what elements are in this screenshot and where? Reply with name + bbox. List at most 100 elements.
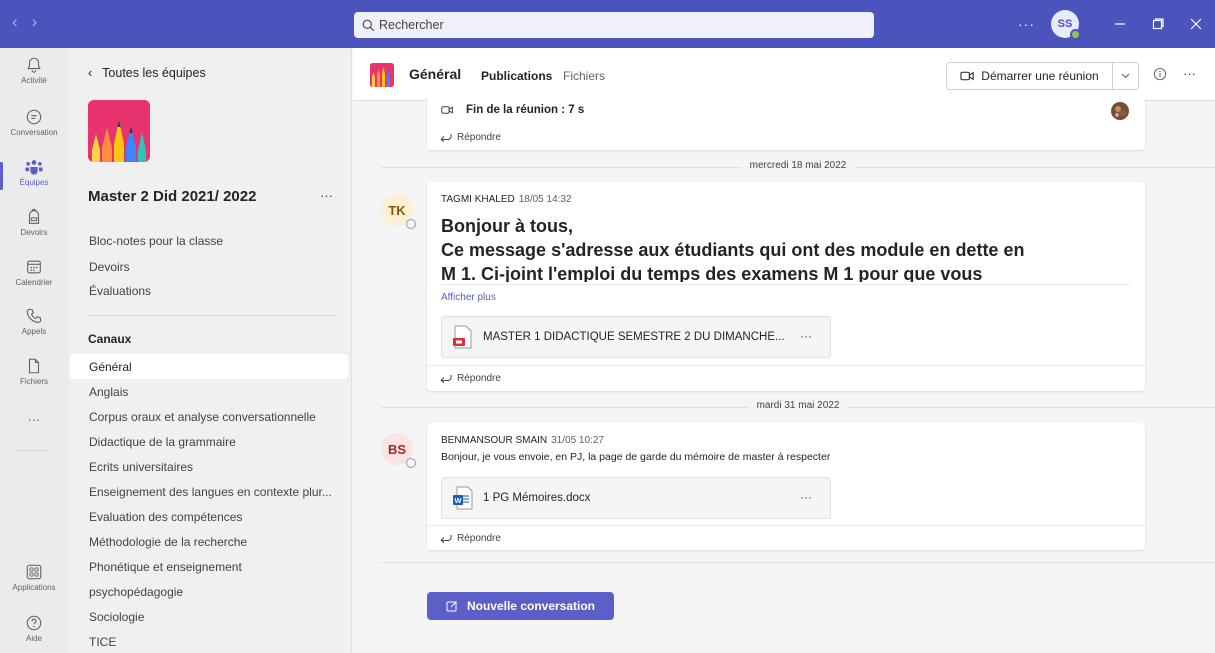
rail-label: Fichiers (19, 377, 48, 386)
meeting-options-dropdown[interactable] (1112, 62, 1139, 90)
rail-item-help[interactable]: Aide (0, 614, 68, 643)
colored-pencils-icon (88, 100, 150, 162)
bell-icon (27, 57, 41, 73)
message-line: Bonjour à tous, (441, 216, 573, 236)
chat-icon (26, 109, 42, 125)
date-label: mercredi 18 mai 2022 (741, 160, 855, 171)
info-icon[interactable] (1153, 67, 1167, 81)
reply-arrow-icon (440, 133, 452, 142)
close-button[interactable] (1177, 0, 1215, 48)
title-bar: ‹ › Rechercher ··· SS (0, 0, 1215, 48)
channel-team-icon (370, 63, 394, 87)
channel-item[interactable]: Anglais (70, 379, 348, 404)
rail-label: Applications (12, 583, 56, 592)
fade-divider (441, 284, 1131, 285)
reply-button[interactable]: Répondre (427, 525, 1145, 551)
grades-link[interactable]: Évaluations (89, 284, 151, 298)
rail-label: Aide (25, 634, 42, 643)
all-teams-link[interactable]: ‹ Toutes les équipes (88, 66, 206, 80)
start-meeting-button[interactable]: Démarrer une réunion (946, 62, 1113, 90)
backpack-icon (28, 208, 40, 224)
channel-item[interactable]: Ecrits universitaires (70, 454, 348, 479)
author-name[interactable]: TAGMI KHALED (441, 194, 515, 205)
author-avatar[interactable]: BS (381, 433, 416, 468)
phone-icon (26, 308, 42, 323)
new-conversation-button[interactable]: Nouvelle conversation (427, 592, 614, 620)
feed-divider (381, 562, 1215, 563)
channel-item[interactable]: Sociologie (70, 604, 348, 629)
forward-arrow-icon[interactable]: › (32, 12, 38, 32)
rail-item-calendar[interactable]: Calendrier (0, 258, 68, 287)
channel-item[interactable]: Phonétique et enseignement (70, 554, 348, 579)
rail-item-teams[interactable]: Équipes (0, 158, 68, 190)
channel-item[interactable]: Evaluation des compétences (70, 504, 348, 529)
rail-item-activity[interactable]: Activité (0, 56, 68, 85)
channel-item[interactable]: Didactique de la grammaire (70, 429, 348, 454)
close-icon (1190, 18, 1202, 30)
teams-icon (25, 160, 43, 175)
channel-item[interactable]: Enseignement des langues en contexte plu… (70, 479, 348, 504)
show-more-link[interactable]: Afficher plus (441, 292, 496, 303)
tab-files[interactable]: Fichiers (563, 69, 605, 83)
message-header: TAGMI KHALED 18/05 14:32 (441, 194, 572, 205)
class-notebook-link[interactable]: Bloc-notes pour la classe (89, 234, 223, 248)
rail-more-apps[interactable]: ··· (0, 412, 68, 427)
more-icon: ··· (27, 412, 41, 427)
channel-item[interactable]: TICE (70, 629, 348, 653)
channels-heading: Canaux (88, 332, 132, 346)
author-avatar[interactable]: TK (381, 194, 416, 229)
reply-button[interactable]: Répondre (427, 124, 1145, 150)
video-camera-icon (960, 71, 974, 81)
message-line: M 1. Ci-joint l'emploi du temps des exam… (441, 264, 983, 282)
attachment-more-button[interactable]: ··· (800, 329, 812, 343)
rail-label: Activité (21, 76, 47, 85)
reply-arrow-icon (440, 535, 452, 543)
message-header: BENMANSOUR SMAIN 31/05 10:27 (441, 435, 604, 446)
video-camera-icon (441, 106, 453, 114)
minimize-button[interactable] (1101, 0, 1139, 48)
maximize-button[interactable] (1139, 0, 1177, 48)
back-arrow-icon[interactable]: ‹ (12, 12, 18, 32)
attachment-name: MASTER 1 DIDACTIQUE SEMESTRE 2 DU DIMANC… (483, 331, 785, 343)
rail-item-assignments[interactable]: Devoirs (0, 208, 68, 237)
tab-publications[interactable]: Publications (481, 69, 552, 83)
user-avatar[interactable]: SS (1051, 10, 1081, 40)
svg-text:W: W (454, 496, 462, 505)
channel-item[interactable]: psychopédagogie (70, 579, 348, 604)
rail-item-calls[interactable]: Appels (0, 307, 68, 336)
presence-available-icon (1070, 29, 1081, 40)
rail-item-chat[interactable]: Conversation (0, 108, 68, 137)
date-separator: mercredi 18 mai 2022 (381, 160, 1215, 174)
team-panel: ‹ Toutes les équipes Master 2 Did 2021/ … (68, 48, 352, 653)
new-conversation-label: Nouvelle conversation (466, 599, 596, 613)
assignments-link[interactable]: Devoirs (89, 260, 130, 274)
help-icon (26, 615, 42, 631)
history-navigation: ‹ › (12, 12, 37, 32)
search-input[interactable]: Rechercher (354, 12, 874, 38)
rail-label: Appels (21, 327, 47, 336)
search-icon (362, 19, 375, 31)
attachment-card[interactable]: W 1 PG Mémoires.docx ··· (441, 477, 831, 519)
channel-item-general[interactable]: Général (70, 354, 348, 379)
chevron-left-icon: ‹ (88, 66, 93, 80)
attachment-card[interactable]: MASTER 1 DIDACTIQUE SEMESTRE 2 DU DIMANC… (441, 316, 831, 358)
attachment-more-button[interactable]: ··· (800, 490, 812, 504)
reply-label: Répondre (457, 131, 501, 143)
channel-item[interactable]: Méthodologie de la recherche (70, 529, 348, 554)
colored-pencils-icon (370, 63, 394, 87)
settings-more-button[interactable]: ··· (1018, 16, 1035, 32)
chevron-down-icon (1121, 73, 1130, 79)
avatar-initials: TK (388, 202, 406, 218)
presence-offline-icon (406, 219, 416, 229)
author-name[interactable]: BENMANSOUR SMAIN (441, 435, 547, 446)
rail-item-files[interactable]: Fichiers (0, 357, 68, 386)
message-line: Ce message s'adresse aux étudiants qui o… (441, 240, 1025, 260)
reply-button[interactable]: Répondre (427, 365, 1145, 391)
channel-more-button[interactable]: ··· (1183, 66, 1196, 81)
rail-item-apps[interactable]: Applications (0, 563, 68, 592)
meeting-ended-card: Fin de la réunion : 7 s Répondre (427, 96, 1145, 150)
channel-item[interactable]: Corpus oraux et analyse conversationnell… (70, 404, 348, 429)
team-more-button[interactable]: ··· (320, 188, 333, 203)
back-label: Toutes les équipes (102, 66, 206, 80)
reply-arrow-icon (440, 375, 452, 383)
